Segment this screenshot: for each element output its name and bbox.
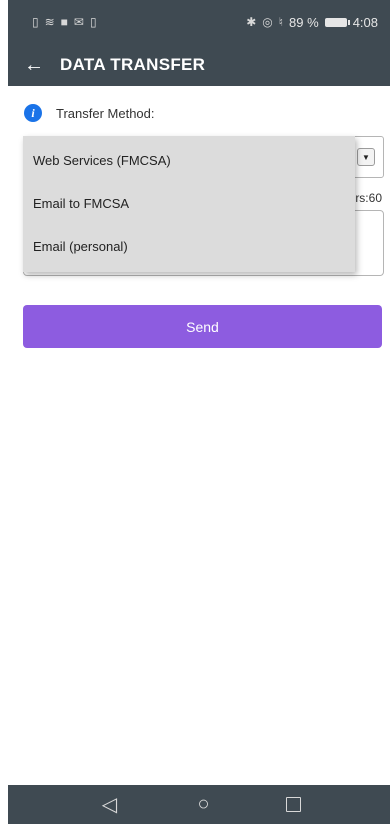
- phone-icon: ▯: [89, 15, 97, 29]
- status-left-icons: ▯ ≋ ■ ✉ ▯: [8, 15, 97, 29]
- dropdown-option-email-fmcsa[interactable]: Email to FMCSA: [33, 196, 129, 211]
- nav-home-icon[interactable]: ○: [192, 793, 216, 816]
- send-button[interactable]: Send: [23, 305, 382, 348]
- status-right-icons: ✱ ◎ ♮ 89 % 4:08: [246, 15, 390, 30]
- app-bar: ← DATA TRANSFER: [8, 44, 390, 86]
- nav-back-icon[interactable]: ◁: [98, 792, 122, 817]
- info-icon[interactable]: i: [24, 104, 42, 122]
- sim-icon: ▯: [32, 15, 39, 29]
- status-time: 4:08: [352, 14, 378, 30]
- page-title: DATA TRANSFER: [60, 55, 206, 74]
- bluetooth-icon: ✱: [246, 15, 257, 29]
- transfer-method-label: Transfer Method:: [56, 105, 155, 121]
- main-content: i Transfer Method: ▼ rs:60 Web Services …: [8, 86, 390, 785]
- mail-icon: ✉: [73, 15, 84, 29]
- chevron-down-icon[interactable]: ▼: [357, 148, 375, 166]
- navigation-bar: ◁ ○: [8, 785, 390, 824]
- chars-remaining: rs:60: [355, 191, 382, 205]
- video-icon: ■: [60, 15, 68, 29]
- location-icon: ◎: [262, 15, 273, 29]
- back-arrow-icon[interactable]: ←: [8, 54, 60, 77]
- status-bar: ▯ ≋ ■ ✉ ▯ ✱ ◎ ♮ 89 % 4:08: [8, 0, 390, 44]
- dropdown-option-email-personal[interactable]: Email (personal): [33, 239, 128, 254]
- battery-percent: 89 %: [289, 14, 319, 30]
- battery-icon: [324, 17, 350, 27]
- transfer-method-dropdown: Web Services (FMCSA) Email to FMCSA Emai…: [23, 136, 355, 272]
- transfer-method-row: i Transfer Method:: [24, 104, 155, 122]
- nav-recents-icon[interactable]: [285, 797, 301, 812]
- mute-icon: ♮: [278, 15, 284, 29]
- wifi-icon: ≋: [44, 15, 55, 29]
- dropdown-option-web-services[interactable]: Web Services (FMCSA): [33, 153, 171, 168]
